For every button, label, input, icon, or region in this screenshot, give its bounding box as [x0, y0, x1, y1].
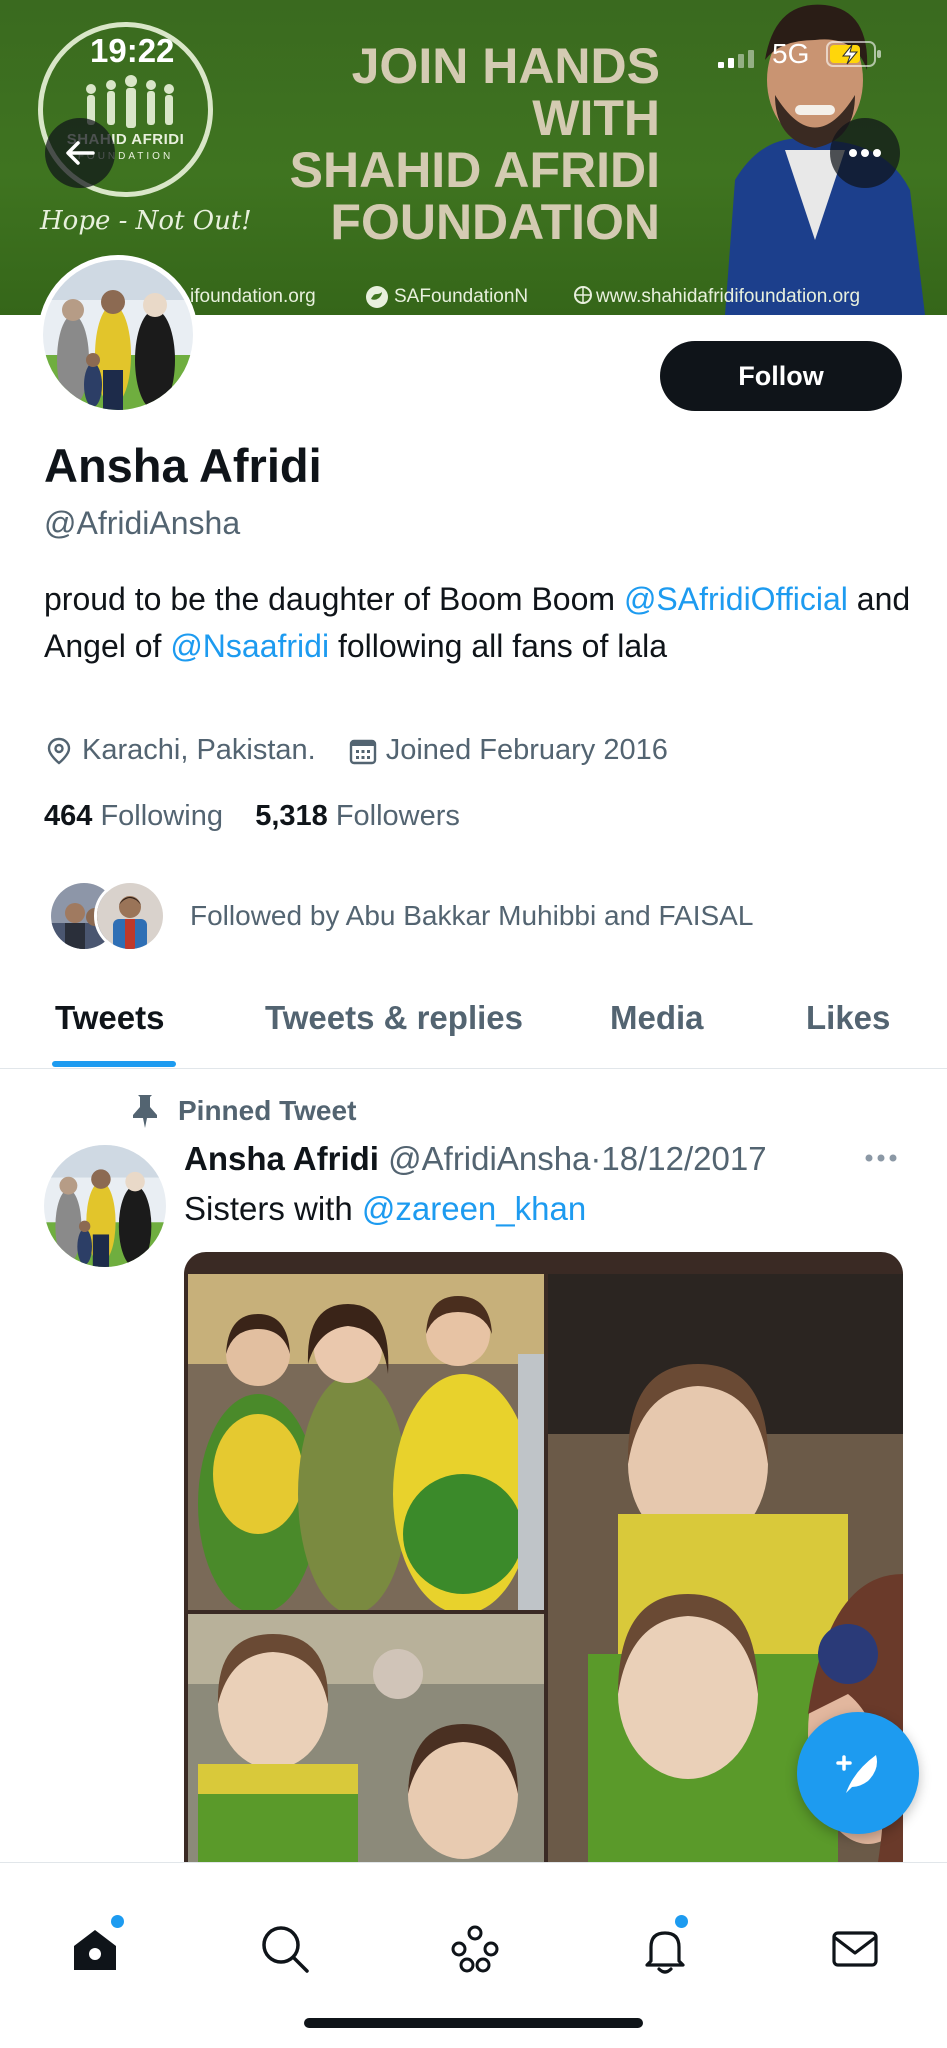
tweet-author-avatar[interactable]	[44, 1145, 166, 1267]
followers-count: 5,318	[255, 800, 328, 832]
nav-search[interactable]	[257, 1921, 313, 1977]
followers-label: Followers	[335, 800, 460, 832]
bio-mention-link[interactable]: @SAfridiOfficial	[624, 581, 848, 617]
follow-counts: 464 Following 5,318 Followers	[44, 800, 460, 833]
tweet-media[interactable]	[184, 1252, 903, 1862]
messages-icon	[832, 1931, 878, 1967]
nav-spaces[interactable]	[447, 1921, 503, 1977]
follow-button[interactable]: Follow	[660, 341, 902, 411]
tab-media[interactable]: Media	[610, 999, 704, 1037]
tweet-text: Sisters with @zareen_khan	[184, 1190, 586, 1228]
profile-meta: Karachi, Pakistan. Joined February 2016	[44, 734, 700, 767]
map-pin-icon	[44, 736, 74, 766]
follower-avatar	[94, 880, 166, 952]
notification-dot	[675, 1915, 688, 1928]
pin-icon	[133, 1095, 157, 1128]
status-time: 19:22	[90, 32, 175, 69]
tab-likes[interactable]: Likes	[806, 999, 890, 1037]
tweet-date[interactable]: 18/12/2017	[601, 1140, 766, 1177]
nav-messages[interactable]	[827, 1921, 883, 1977]
banner-tagline: Hope - Not Out!	[40, 206, 252, 236]
feather-plus-icon	[836, 1755, 877, 1793]
home-indicator[interactable]	[304, 2018, 643, 2028]
battery-icon	[826, 41, 881, 67]
headline-line: SHAHID AFRIDI	[289, 142, 660, 198]
followed-by-row[interactable]: Followed by Abu Bakkar Muhibbi and FAISA…	[48, 878, 753, 954]
banner-link: SAFoundationN	[394, 286, 529, 307]
tweet-author-handle[interactable]: @AfridiAnsha	[388, 1140, 590, 1177]
tab-tweets-replies[interactable]: Tweets & replies	[265, 999, 523, 1037]
tweet-body: Sisters with	[184, 1190, 362, 1227]
profile-tabs: Tweets Tweets & replies Media Likes	[0, 985, 947, 1069]
avatar-photo	[43, 260, 193, 410]
profile-name: Ansha Afridi	[44, 439, 322, 492]
location-text: Karachi, Pakistan.	[82, 734, 316, 766]
profile-bio: proud to be the daughter of Boom Boom @S…	[44, 576, 914, 670]
more-options-button[interactable]	[830, 118, 900, 188]
tweet-separator: ·	[590, 1140, 602, 1177]
signal-icon	[718, 50, 754, 68]
bio-mention-link[interactable]: @Nsaafridi	[170, 628, 329, 664]
location-item: Karachi, Pakistan.	[44, 734, 316, 767]
status-bar: 19:22 5G	[0, 0, 947, 100]
followed-by-text: Followed by Abu Bakkar Muhibbi and FAISA…	[190, 900, 754, 931]
bio-text: following all fans of lala	[329, 628, 668, 664]
nav-home[interactable]	[67, 1915, 124, 1977]
compose-tweet-button[interactable]	[797, 1712, 919, 1834]
tweet-photo[interactable]	[188, 1614, 544, 1862]
notification-dot	[111, 1915, 124, 1928]
following-label: Following	[100, 800, 223, 832]
joined-item: Joined February 2016	[348, 734, 668, 767]
tweet-author-name[interactable]: Ansha Afridi	[184, 1140, 379, 1177]
nav-notifications[interactable]	[637, 1915, 693, 1977]
tweet-more-button[interactable]	[864, 1150, 898, 1168]
twitter-bird-icon	[366, 286, 388, 311]
more-horizontal-icon	[865, 1154, 897, 1162]
arrow-left-icon	[66, 141, 95, 165]
followers-link[interactable]: 5,318 Followers	[255, 800, 460, 832]
pinned-tweet-label: Pinned Tweet	[130, 1093, 356, 1129]
tweet-mention-link[interactable]: @zareen_khan	[362, 1190, 586, 1227]
following-count: 464	[44, 800, 93, 832]
notifications-icon	[645, 1931, 685, 1974]
headline-line: FOUNDATION	[330, 194, 660, 250]
web-icon	[574, 286, 592, 308]
banner-link: ifoundation.org	[190, 286, 316, 307]
pinned-text: Pinned Tweet	[178, 1095, 357, 1126]
profile-handle: @AfridiAnsha	[44, 505, 241, 541]
back-button[interactable]	[45, 118, 115, 188]
more-horizontal-icon	[849, 149, 881, 157]
search-icon	[262, 1926, 309, 1973]
calendar-icon	[348, 736, 378, 766]
bio-text: proud to be the daughter of Boom Boom	[44, 581, 624, 617]
tweet-photo[interactable]	[188, 1274, 544, 1610]
home-icon	[74, 1930, 116, 1970]
network-label: 5G	[772, 38, 810, 69]
profile-avatar[interactable]	[38, 255, 198, 415]
following-link[interactable]: 464 Following	[44, 800, 223, 832]
active-tab-indicator	[52, 1061, 176, 1067]
tab-tweets[interactable]: Tweets	[55, 999, 164, 1037]
spaces-icon	[451, 1925, 499, 1973]
tweet-header: Ansha Afridi @AfridiAnsha·18/12/2017	[184, 1140, 767, 1178]
joined-text: Joined February 2016	[385, 734, 668, 766]
banner-link: www.shahidafridifoundation.org	[596, 286, 861, 307]
